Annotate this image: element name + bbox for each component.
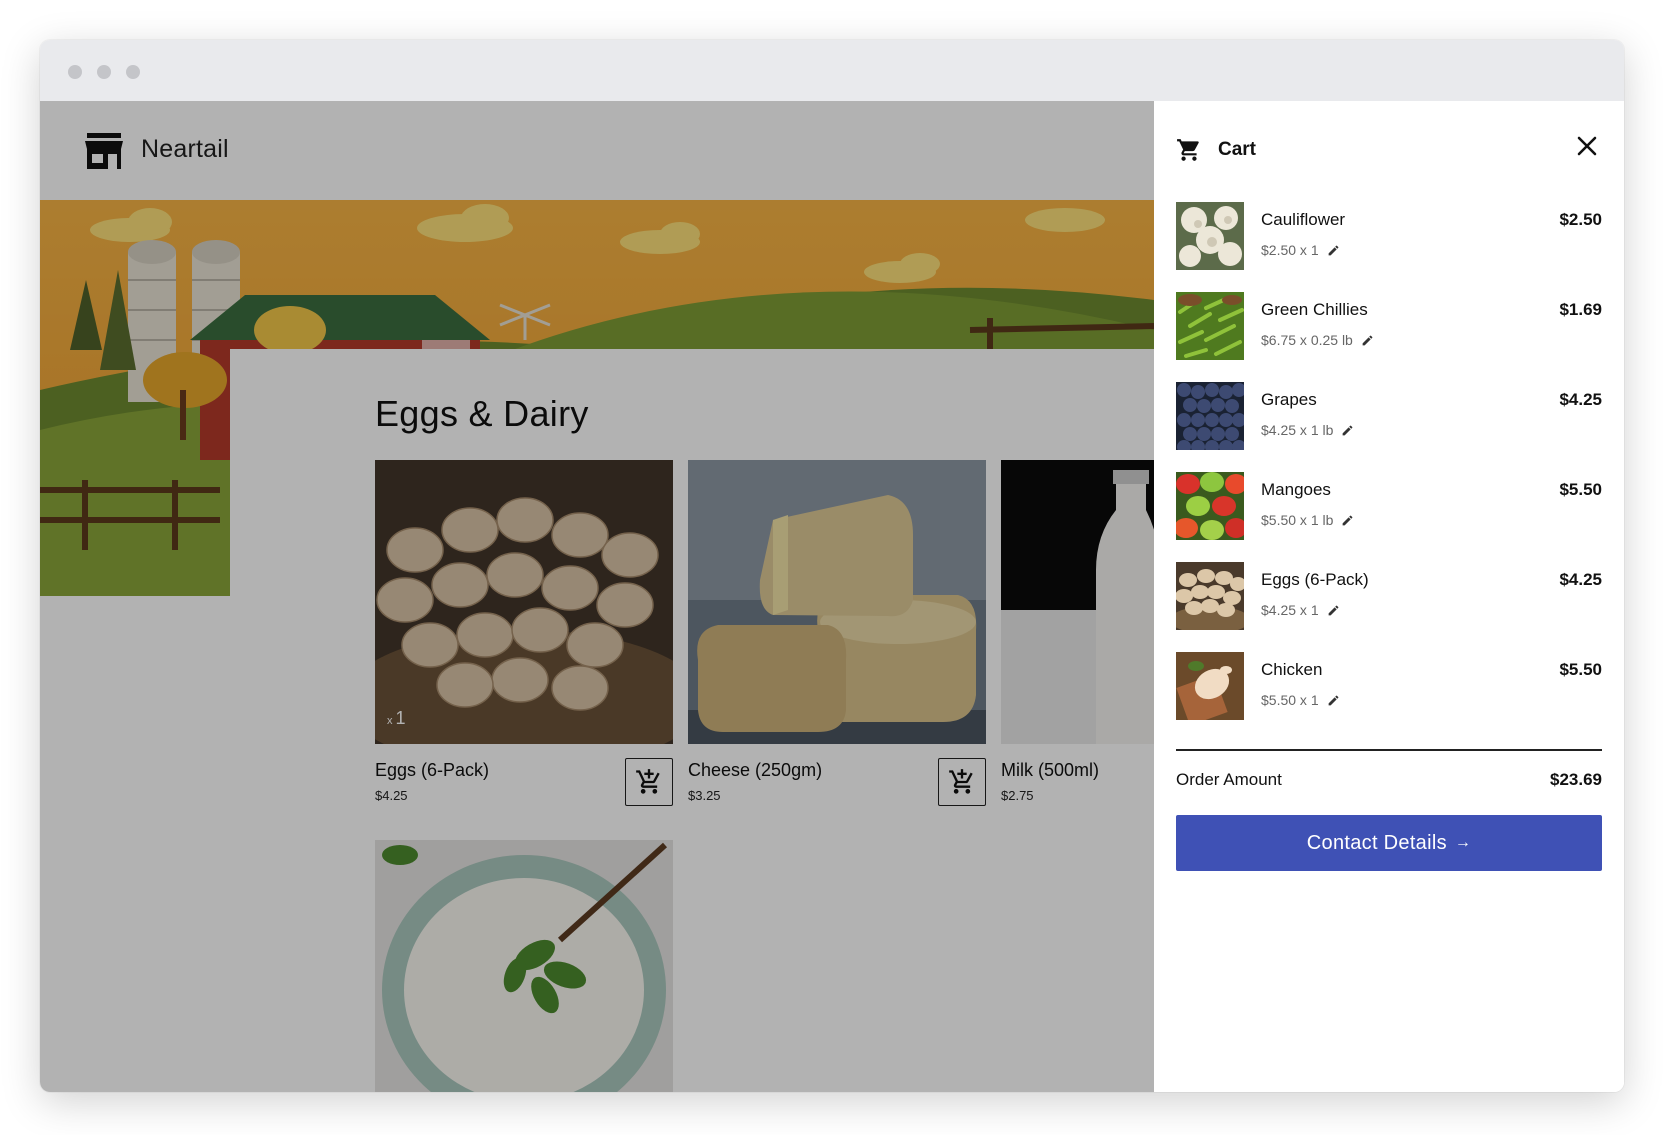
edit-pencil-icon[interactable] [1327,244,1340,257]
close-icon [1577,136,1597,156]
cart-title: Cart [1218,139,1257,160]
cart-item-detail[interactable]: $5.50 x 1 [1261,692,1340,708]
arrow-right-icon: → [1454,834,1472,851]
cart-item-name: Chicken [1261,660,1323,679]
cart-item-detail[interactable]: $4.25 x 1 [1261,602,1340,618]
cart-item-total: $5.50 [1559,660,1602,679]
store-page: Neartail Eggs & Dairy x 1 Eggs (6-Pack) … [40,101,1154,1092]
browser-viewport: Neartail Eggs & Dairy x 1 Eggs (6-Pack) … [40,101,1624,1092]
cart-item-cauliflower: Cauliflower $2.50 x 1 $2.50 [1176,202,1602,272]
order-amount-value: $23.69 [1550,770,1602,789]
window-titlebar [40,40,1624,101]
close-cart-button[interactable] [1574,133,1600,159]
cart-item-name: Mangoes [1261,480,1331,499]
cart-item-name: Grapes [1261,390,1317,409]
cart-item-mangoes: Mangoes $5.50 x 1 lb $5.50 [1176,472,1602,542]
cart-item-detail[interactable]: $5.50 x 1 lb [1261,512,1354,528]
cart-item-image [1176,202,1244,270]
cart-item-name: Cauliflower [1261,210,1346,229]
cart-item-total: $2.50 [1559,210,1602,229]
window-maximize-dot[interactable] [126,65,140,79]
cart-divider [1176,749,1602,751]
cart-item-total: $1.69 [1559,300,1602,319]
cart-item-green-chillies: Green Chillies $6.75 x 0.25 lb $1.69 [1176,292,1602,362]
cart-item-image [1176,562,1244,630]
order-amount-label: Order Amount [1176,770,1282,789]
cart-item-detail[interactable]: $2.50 x 1 [1261,242,1340,258]
edit-pencil-icon[interactable] [1341,514,1354,527]
cart-item-total: $4.25 [1559,390,1602,409]
cart-item-detail[interactable]: $6.75 x 0.25 lb [1261,332,1374,348]
contact-details-label: Contact Details [1306,831,1447,854]
edit-pencil-icon[interactable] [1361,334,1374,347]
cart-item-chicken: Chicken $5.50 x 1 $5.50 [1176,652,1602,722]
browser-window: Neartail Eggs & Dairy x 1 Eggs (6-Pack) … [40,40,1624,1092]
window-minimize-dot[interactable] [97,65,111,79]
cart-item-eggs: Eggs (6-Pack) $4.25 x 1 $4.25 [1176,562,1602,632]
contact-details-button[interactable]: Contact Details → [1176,815,1602,871]
cart-item-image [1176,382,1244,450]
modal-backdrop[interactable] [40,101,1154,1092]
cart-item-name: Green Chillies [1261,300,1368,319]
cart-item-image [1176,292,1244,360]
cart-item-name: Eggs (6-Pack) [1261,570,1369,589]
cart-drawer: Cart Cauliflower $2.50 x 1 $2.50 Green C… [1154,101,1624,1092]
shopping-cart-icon [1177,139,1199,161]
edit-pencil-icon[interactable] [1341,424,1354,437]
cart-item-total: $4.25 [1559,570,1602,589]
cart-item-detail[interactable]: $4.25 x 1 lb [1261,422,1354,438]
cart-item-image [1176,472,1244,540]
edit-pencil-icon[interactable] [1327,694,1340,707]
cart-item-total: $5.50 [1559,480,1602,499]
cart-item-image [1176,652,1244,720]
edit-pencil-icon[interactable] [1327,604,1340,617]
window-close-dot[interactable] [68,65,82,79]
cart-item-grapes: Grapes $4.25 x 1 lb $4.25 [1176,382,1602,452]
